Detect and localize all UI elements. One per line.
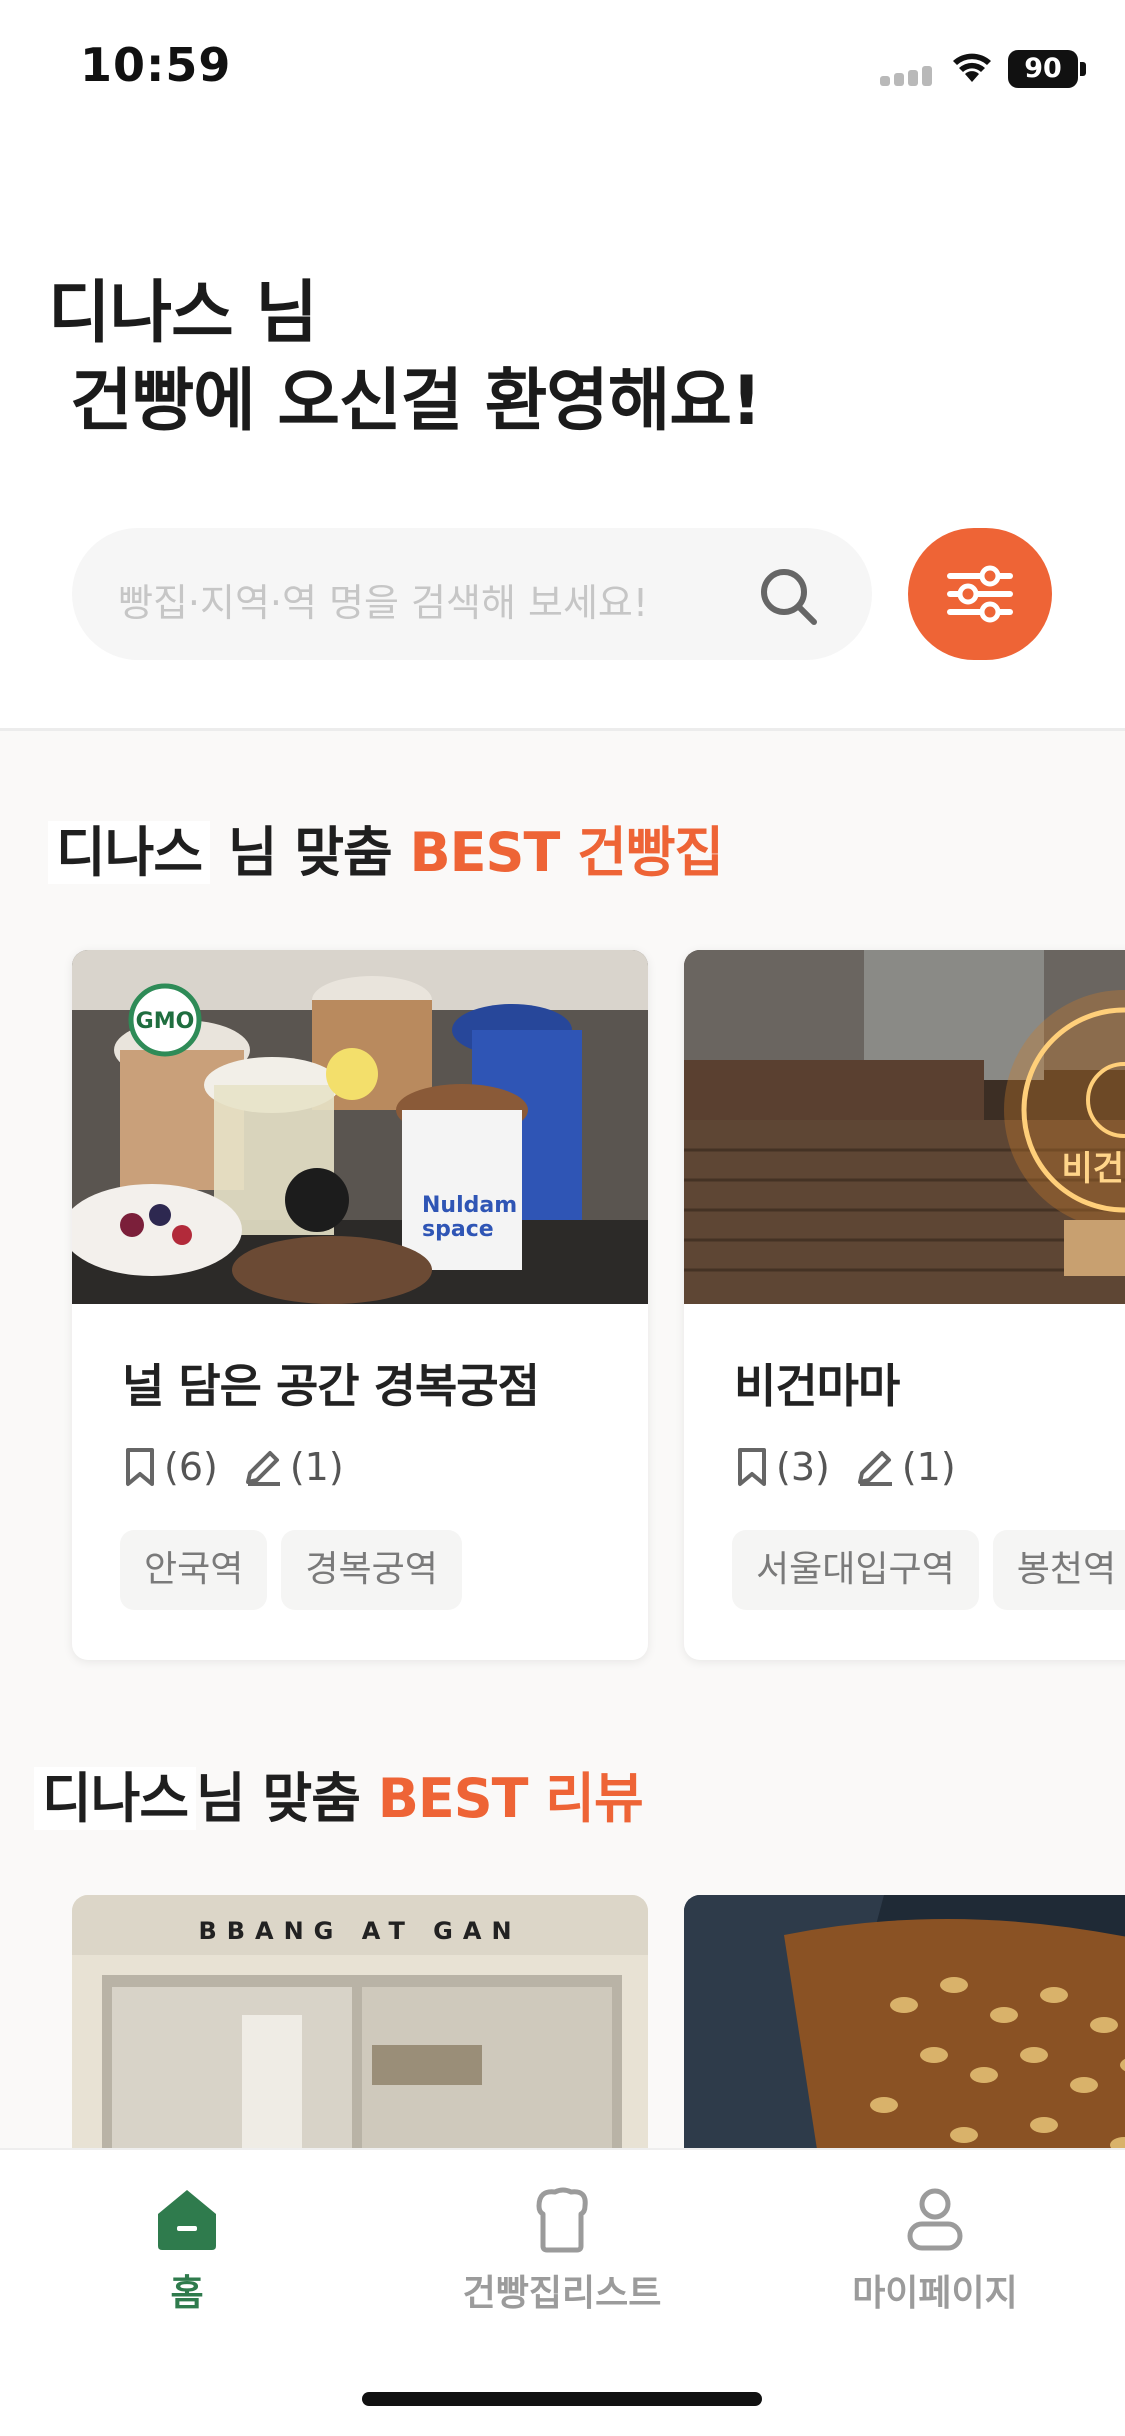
pencil-icon	[245, 1451, 280, 1486]
tab-label: 건빵집리스트	[462, 2273, 662, 2314]
cellular-signal-icon	[880, 66, 934, 86]
bakery-stats: (3) (1)	[734, 1442, 956, 1492]
tab-label: 마이페이지	[852, 2273, 1018, 2314]
section-title-accent: BEST 리뷰	[377, 1767, 644, 1830]
svg-text:GMO: GMO	[136, 1009, 195, 1034]
station-tags: 서울대입구역 봉천역	[732, 1530, 1125, 1610]
tab-bakery-list[interactable]: 건빵집리스트	[412, 2184, 712, 2324]
bakery-card[interactable]: GMO Nuldam space 널 담은 공간 경복궁점 (6) (1) 안국…	[72, 950, 648, 1660]
wifi-icon	[953, 53, 991, 82]
section-title-middle: 님 맞춤	[210, 821, 410, 884]
station-tag[interactable]: 안국역	[120, 1530, 268, 1610]
station-tag[interactable]: 봉천역	[992, 1530, 1125, 1610]
svg-text:Nuldam: Nuldam	[422, 1193, 517, 1218]
bookmark-count: (6)	[164, 1445, 218, 1489]
filter-sliders-icon	[947, 565, 1013, 623]
storefront-sign: BBANG AT GAN	[198, 1917, 521, 1945]
search-icon[interactable]	[756, 564, 820, 628]
best-bakery-section-title: 디나스 님 맞춤 BEST 건빵집	[48, 808, 725, 887]
bakery-card[interactable]: 비건마마 비건마마 (3) (1) 서울대입구역 봉천역	[684, 950, 1125, 1660]
tab-label: 홈	[170, 2273, 204, 2314]
person-icon	[907, 2188, 963, 2251]
bakery-photo: 비건마마	[684, 950, 1125, 1304]
filter-button[interactable]	[908, 528, 1052, 660]
bookmark-icon	[126, 1448, 154, 1486]
tab-home[interactable]: 홈	[37, 2184, 337, 2324]
bookmark-count: (3)	[776, 1445, 830, 1489]
tab-my-page[interactable]: 마이페이지	[785, 2184, 1085, 2324]
status-bar: 10:59 90	[0, 0, 1125, 140]
greeting-header: 디나스 님 건빵에 오신걸 환영해요!	[48, 270, 1048, 446]
greeting-name: 디나스 님	[48, 274, 318, 353]
best-review-section-title: 디나스 님 맞춤 BEST 리뷰	[34, 1754, 644, 1833]
station-tag[interactable]: 서울대입구역	[732, 1530, 979, 1610]
search-placeholder: 빵집·지역·역 명을 검색해 보세요!	[118, 581, 649, 625]
pencil-icon	[857, 1451, 892, 1486]
search-input[interactable]: 빵집·지역·역 명을 검색해 보세요!	[72, 528, 872, 660]
home-icon	[158, 2190, 216, 2250]
bakery-name: 널 담은 공간 경복궁점	[122, 1359, 540, 1413]
bread-icon	[536, 2187, 588, 2253]
review-count: (1)	[901, 1445, 956, 1489]
greeting-welcome: 건빵에 오신걸 환영해요!	[70, 362, 762, 441]
bakery-stats: (6) (1)	[122, 1442, 344, 1492]
app-screen: 10:59 90 디나스 님 건빵에 오신걸 환영해요! 빵집·지역·역 명을 …	[0, 0, 1125, 2436]
station-tag[interactable]: 경복궁역	[281, 1530, 462, 1610]
section-title-middle: 님 맞춤	[196, 1767, 378, 1830]
status-time: 10:59	[80, 38, 232, 92]
svg-text:비건마마: 비건마마	[1061, 1149, 1125, 1189]
bookmark-icon	[738, 1448, 766, 1486]
review-count: (1)	[289, 1445, 344, 1489]
bakery-photo: GMO Nuldam space	[72, 950, 648, 1304]
home-indicator	[362, 2392, 762, 2406]
section-user-name: 디나스	[34, 1767, 197, 1830]
battery-cap	[1080, 62, 1086, 76]
bakery-name: 비건마마	[734, 1359, 900, 1413]
svg-text:space: space	[422, 1217, 494, 1242]
section-user-name: 디나스	[48, 821, 211, 884]
section-title-accent: BEST 건빵집	[409, 821, 725, 884]
battery-indicator: 90	[1008, 50, 1078, 88]
station-tags: 안국역 경복궁역	[120, 1530, 476, 1610]
